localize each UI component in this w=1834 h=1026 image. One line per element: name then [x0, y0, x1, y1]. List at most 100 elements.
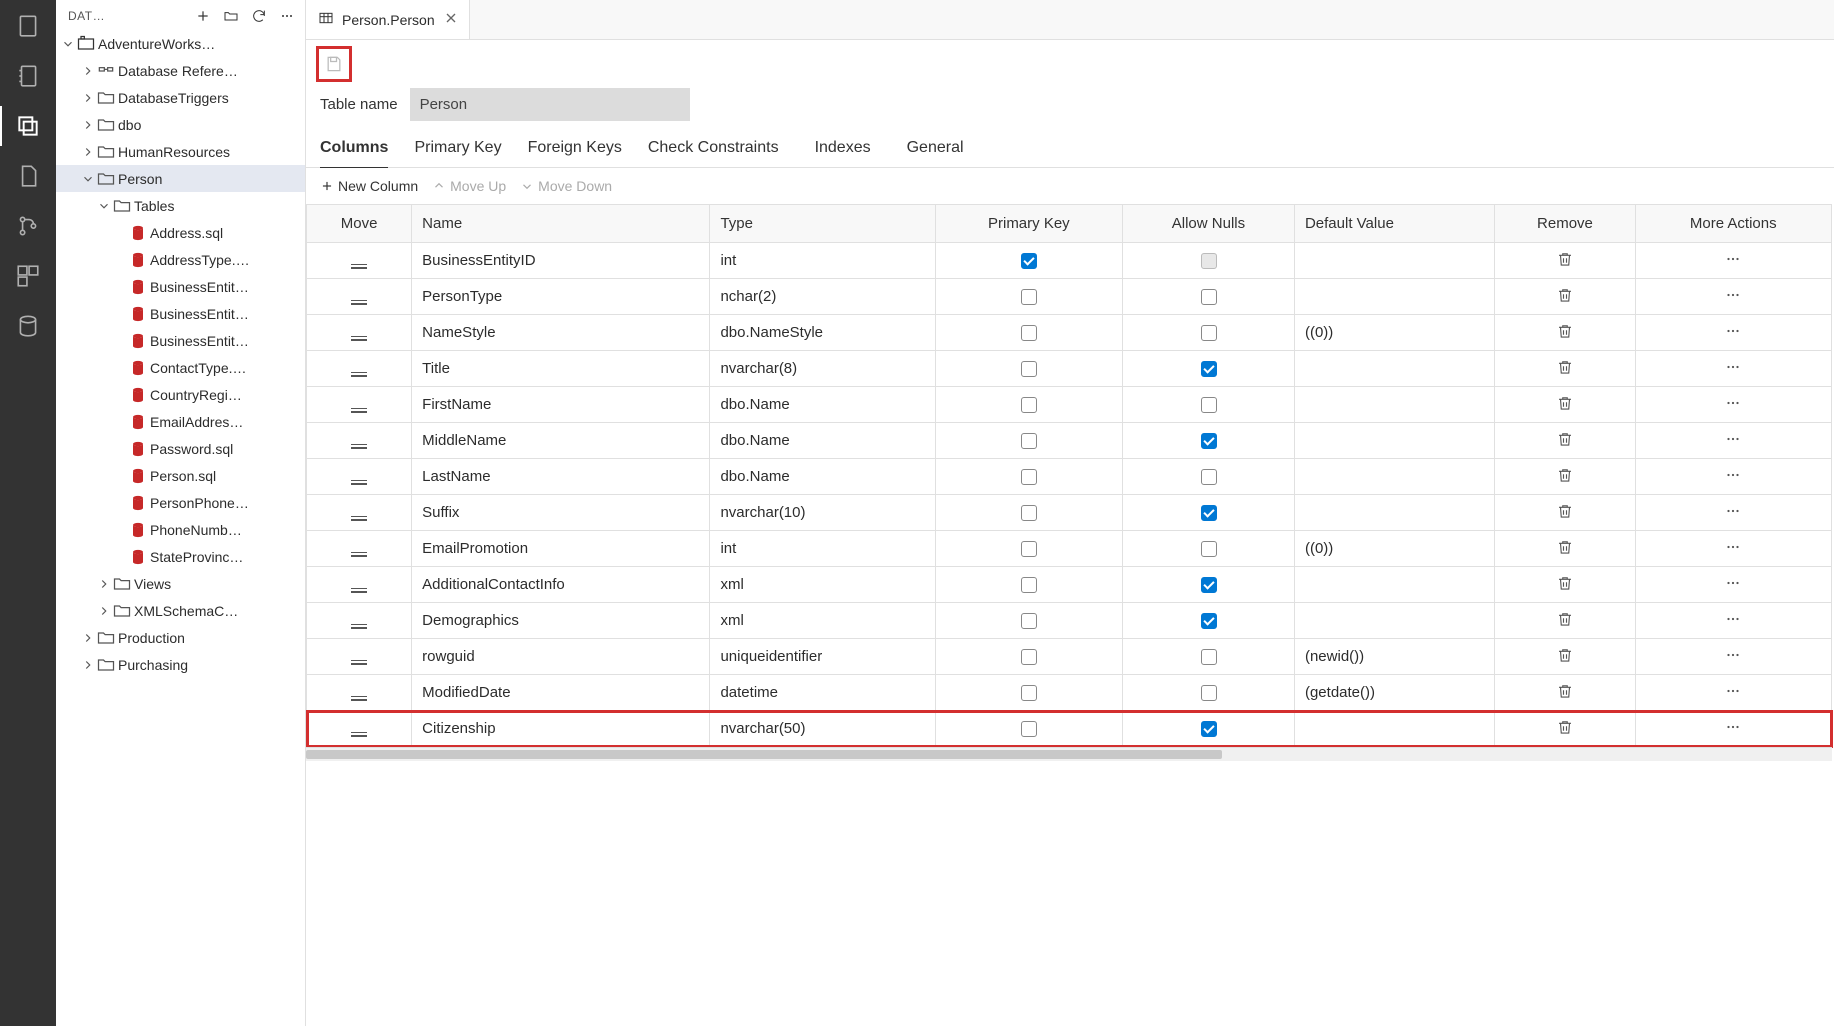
sidebar-more-button[interactable] [277, 6, 297, 26]
cell-default[interactable] [1294, 495, 1494, 531]
drag-handle-icon[interactable] [351, 660, 367, 665]
delete-button[interactable] [1556, 574, 1574, 592]
primary-key-checkbox[interactable] [1021, 397, 1037, 413]
cell-type[interactable]: xml [710, 603, 935, 639]
cell-default[interactable]: (newid()) [1294, 639, 1494, 675]
delete-button[interactable] [1556, 646, 1574, 664]
primary-key-checkbox[interactable] [1021, 613, 1037, 629]
activity-extensions-icon[interactable] [12, 260, 44, 292]
cell-default[interactable] [1294, 243, 1494, 279]
delete-button[interactable] [1556, 358, 1574, 376]
cell-type[interactable]: nvarchar(8) [710, 351, 935, 387]
tree-item[interactable]: ContactType.… [56, 354, 305, 381]
cell-type[interactable]: nchar(2) [710, 279, 935, 315]
activity-files-icon[interactable] [12, 110, 44, 142]
cell-type[interactable]: int [710, 531, 935, 567]
more-actions-button[interactable] [1724, 718, 1742, 736]
tree-item[interactable]: BusinessEntit… [56, 300, 305, 327]
tree-item[interactable]: BusinessEntit… [56, 327, 305, 354]
cell-default[interactable] [1294, 387, 1494, 423]
primary-key-checkbox[interactable] [1021, 649, 1037, 665]
cell-name[interactable]: MiddleName [412, 423, 710, 459]
delete-button[interactable] [1556, 250, 1574, 268]
primary-key-checkbox[interactable] [1021, 685, 1037, 701]
tree-item[interactable]: Person.sql [56, 462, 305, 489]
cell-name[interactable]: Demographics [412, 603, 710, 639]
delete-button[interactable] [1556, 682, 1574, 700]
cell-name[interactable]: BusinessEntityID [412, 243, 710, 279]
tree-item[interactable]: Purchasing [56, 651, 305, 678]
cell-name[interactable]: FirstName [412, 387, 710, 423]
more-actions-button[interactable] [1724, 502, 1742, 520]
tree-item[interactable]: CountryRegi… [56, 381, 305, 408]
drag-handle-icon[interactable] [351, 624, 367, 629]
tree-item[interactable]: XMLSchemaC… [56, 597, 305, 624]
sidebar-refresh-button[interactable] [249, 6, 269, 26]
activity-explorer-icon[interactable] [12, 10, 44, 42]
tree-item[interactable]: StateProvinc… [56, 543, 305, 570]
more-actions-button[interactable] [1724, 682, 1742, 700]
activity-source-control-icon[interactable] [12, 210, 44, 242]
more-actions-button[interactable] [1724, 430, 1742, 448]
primary-key-checkbox[interactable] [1021, 577, 1037, 593]
tree-item[interactable]: dbo [56, 111, 305, 138]
activity-notebook-icon[interactable] [12, 60, 44, 92]
drag-handle-icon[interactable] [351, 372, 367, 377]
allow-nulls-checkbox[interactable] [1201, 361, 1217, 377]
cell-name[interactable]: Citizenship [412, 711, 710, 747]
tree-item[interactable]: Address.sql [56, 219, 305, 246]
tree-item[interactable]: Views [56, 570, 305, 597]
cell-type[interactable]: dbo.Name [710, 387, 935, 423]
tree-item[interactable]: AddressType.… [56, 246, 305, 273]
primary-key-checkbox[interactable] [1021, 721, 1037, 737]
allow-nulls-checkbox[interactable] [1201, 541, 1217, 557]
cell-name[interactable]: Title [412, 351, 710, 387]
drag-handle-icon[interactable] [351, 552, 367, 557]
drag-handle-icon[interactable] [351, 516, 367, 521]
allow-nulls-checkbox[interactable] [1201, 469, 1217, 485]
cell-name[interactable]: rowguid [412, 639, 710, 675]
cell-name[interactable]: AdditionalContactInfo [412, 567, 710, 603]
cell-default[interactable] [1294, 423, 1494, 459]
delete-button[interactable] [1556, 502, 1574, 520]
cell-type[interactable]: uniqueidentifier [710, 639, 935, 675]
column-header[interactable]: Default Value [1294, 205, 1494, 243]
tree-root[interactable]: AdventureWorks… [56, 30, 305, 57]
primary-key-checkbox[interactable] [1021, 325, 1037, 341]
column-header[interactable]: Primary Key [935, 205, 1122, 243]
more-actions-button[interactable] [1724, 322, 1742, 340]
cell-type[interactable]: nvarchar(50) [710, 711, 935, 747]
sidebar-open-button[interactable] [221, 6, 241, 26]
save-button[interactable] [316, 46, 352, 82]
close-icon[interactable] [443, 10, 457, 29]
drag-handle-icon[interactable] [351, 300, 367, 305]
allow-nulls-checkbox[interactable] [1201, 325, 1217, 341]
tree-item[interactable]: Production [56, 624, 305, 651]
allow-nulls-checkbox[interactable] [1201, 397, 1217, 413]
allow-nulls-checkbox[interactable] [1201, 433, 1217, 449]
tree-item[interactable]: PersonPhone… [56, 489, 305, 516]
delete-button[interactable] [1556, 322, 1574, 340]
tree-item[interactable]: HumanResources [56, 138, 305, 165]
more-actions-button[interactable] [1724, 538, 1742, 556]
activity-page-icon[interactable] [12, 160, 44, 192]
tab-person-person[interactable]: Person.Person [306, 0, 470, 39]
column-header[interactable]: Remove [1495, 205, 1635, 243]
cell-type[interactable]: xml [710, 567, 935, 603]
move-down-button[interactable]: Move Down [520, 178, 612, 194]
column-header[interactable]: Name [412, 205, 710, 243]
cell-name[interactable]: EmailPromotion [412, 531, 710, 567]
tree-item[interactable]: Database Refere… [56, 57, 305, 84]
drag-handle-icon[interactable] [351, 480, 367, 485]
move-up-button[interactable]: Move Up [432, 178, 506, 194]
tree-item[interactable]: Person [56, 165, 305, 192]
cell-default[interactable]: (getdate()) [1294, 675, 1494, 711]
delete-button[interactable] [1556, 718, 1574, 736]
delete-button[interactable] [1556, 538, 1574, 556]
cell-default[interactable] [1294, 711, 1494, 747]
cell-name[interactable]: NameStyle [412, 315, 710, 351]
more-actions-button[interactable] [1724, 466, 1742, 484]
column-header[interactable]: Type [710, 205, 935, 243]
delete-button[interactable] [1556, 430, 1574, 448]
column-header[interactable]: Allow Nulls [1122, 205, 1294, 243]
